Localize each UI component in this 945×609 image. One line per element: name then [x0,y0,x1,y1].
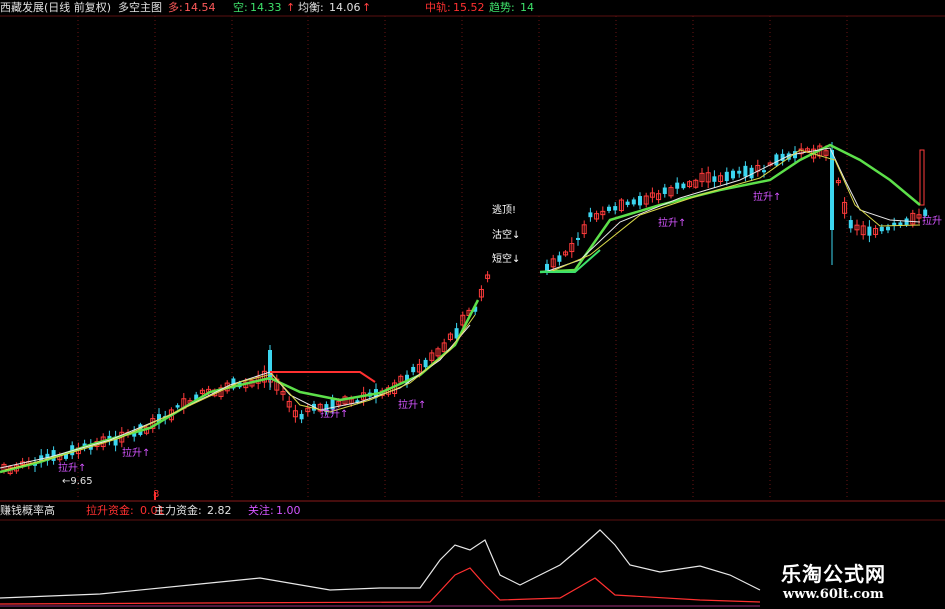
candle-body [631,199,636,205]
watermark-url: www.60lt.com [783,587,884,602]
candle-body [675,182,680,189]
main-funds-value: 2.82 [207,504,232,517]
candle-body [299,413,304,420]
lift-fund-line [0,567,761,605]
rise-tag: 拉升↑ [753,192,782,203]
lift-funds-label: 拉升资金: [86,504,134,517]
sub-panel-title: 赚钱概率高 [0,504,55,517]
candle-body [712,176,717,182]
candle-body [737,170,742,174]
candle-body [662,187,667,194]
candle-body [731,170,735,179]
rise-tag: 拉升↑ [122,448,151,459]
rise-tag: 拉升↑ [320,409,349,420]
focus-label: 关注: [248,504,274,517]
ma-yellow-line [4,314,476,471]
candle-body [638,196,642,206]
candle-body [904,218,909,226]
candle-body [423,359,428,368]
escape-top-signal: 逃顶! [492,205,517,216]
candle-body [625,201,630,205]
fund-flow-line [0,529,761,599]
candle-body [607,206,611,211]
low-price-marker: ←9.65 [62,476,93,487]
watermark-site-name: 乐淘公式网 [781,562,886,586]
candle-body [175,405,180,408]
main-funds-label: 主力资金: [154,504,202,517]
focus-value: 1.00 [276,504,301,517]
sell-short-signal: 沽空↓ [492,230,521,241]
candle-body [681,183,686,189]
ma-white-line [544,147,921,273]
short-term-short-signal: 短空↓ [492,254,521,265]
candle-body [588,212,593,218]
candle-body [545,263,549,271]
candle-body [879,226,884,232]
rise-tag: 拉升↑ [398,400,427,411]
rise-tag: 拉升↑ [658,218,687,229]
candle-body [867,226,872,236]
candle-body [613,206,618,211]
candle-body [576,237,580,240]
candle-body [411,366,416,373]
candle-body [743,165,748,177]
candle-body [848,220,853,229]
candle-body [886,226,890,231]
candle-body [774,154,779,166]
sub-panel-header: 赚钱概率高 拉升资金: 0.01 主力资金: 2.82 关注: 1.00 [0,503,945,519]
candle-body [557,255,562,262]
stock-chart-window: 西藏发展(日线 前复权) 多空主图 多: 14.54 空: 14.33 ↑ 均衡… [0,0,945,609]
candle-body [919,149,925,206]
candle-body [724,171,729,181]
resistance-line [270,371,376,383]
sub-marker: 8 [153,489,160,500]
candle-body [762,170,766,173]
rise-tag: 拉升 [922,216,942,227]
rise-tag: 拉升↑ [58,463,87,474]
watermark: 乐淘公式网 www.60lt.com [773,554,945,609]
